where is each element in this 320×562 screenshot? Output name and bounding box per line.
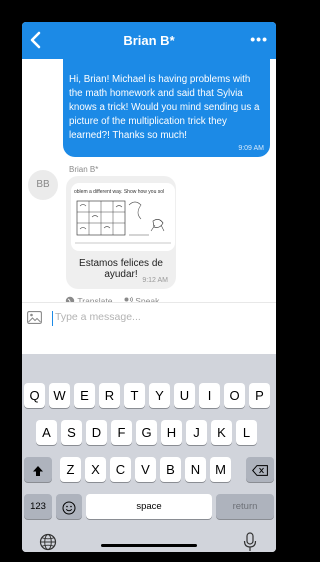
conversation-header: Brian B* ••• <box>22 22 276 59</box>
delete-icon <box>252 465 268 476</box>
key-m[interactable]: M <box>210 457 231 482</box>
microphone-icon[interactable] <box>243 532 257 552</box>
incoming-message[interactable]: oblem a different way. Show how you sol <box>66 176 176 289</box>
on-screen-keyboard: Q W E R T Y U I O P A S D F G H J K L Z … <box>22 354 276 552</box>
emoji-key[interactable] <box>56 494 82 519</box>
outgoing-message[interactable]: Hi, Brian! Michael is having problems wi… <box>63 59 270 157</box>
message-list: Hi, Brian! Michael is having problems wi… <box>22 59 276 306</box>
key-w[interactable]: W <box>49 383 70 408</box>
key-v[interactable]: V <box>135 457 156 482</box>
key-i[interactable]: I <box>199 383 220 408</box>
key-p[interactable]: P <box>249 383 270 408</box>
shift-arrow-icon <box>33 465 43 476</box>
key-o[interactable]: O <box>224 383 245 408</box>
key-u[interactable]: U <box>174 383 195 408</box>
key-d[interactable]: D <box>86 420 107 445</box>
backspace-key[interactable] <box>246 457 274 482</box>
avatar[interactable]: BB <box>28 170 58 200</box>
home-indicator <box>101 544 197 547</box>
key-y[interactable]: Y <box>149 383 170 408</box>
key-q[interactable]: Q <box>24 383 45 408</box>
key-b[interactable]: B <box>160 457 181 482</box>
contact-name: Brian B* <box>123 33 175 48</box>
homework-sketch-icon <box>75 200 171 244</box>
key-k[interactable]: K <box>211 420 232 445</box>
message-composer: Type a message... <box>22 302 276 333</box>
outgoing-message-time: 9:09 AM <box>238 145 264 152</box>
key-f[interactable]: F <box>111 420 132 445</box>
key-c[interactable]: C <box>110 457 131 482</box>
key-l[interactable]: L <box>236 420 257 445</box>
globe-icon[interactable] <box>39 533 57 551</box>
key-g[interactable]: G <box>136 420 157 445</box>
shift-key[interactable] <box>24 457 52 482</box>
key-t[interactable]: T <box>124 383 145 408</box>
text-cursor <box>52 311 53 326</box>
key-h[interactable]: H <box>161 420 182 445</box>
message-input[interactable]: Type a message... <box>55 311 141 323</box>
incoming-message-time: 9:12 AM <box>142 277 168 284</box>
key-a[interactable]: A <box>36 420 57 445</box>
more-options-icon[interactable]: ••• <box>250 31 268 47</box>
key-x[interactable]: X <box>85 457 106 482</box>
return-key[interactable]: return <box>216 494 274 519</box>
numbers-key[interactable]: 123 <box>24 494 52 519</box>
key-e[interactable]: E <box>74 383 95 408</box>
sender-name: Brian B* <box>69 165 99 174</box>
space-key[interactable]: space <box>86 494 212 519</box>
key-z[interactable]: Z <box>60 457 81 482</box>
key-r[interactable]: R <box>99 383 120 408</box>
key-s[interactable]: S <box>61 420 82 445</box>
emoji-icon <box>62 501 76 515</box>
key-n[interactable]: N <box>185 457 206 482</box>
phone-screen: Brian B* ••• Hi, Brian! Michael is havin… <box>22 22 276 552</box>
outgoing-message-text: Hi, Brian! Michael is having problems wi… <box>69 74 260 141</box>
image-attach-icon[interactable] <box>27 311 42 324</box>
key-j[interactable]: J <box>186 420 207 445</box>
homework-photo[interactable]: oblem a different way. Show how you sol <box>71 183 175 251</box>
